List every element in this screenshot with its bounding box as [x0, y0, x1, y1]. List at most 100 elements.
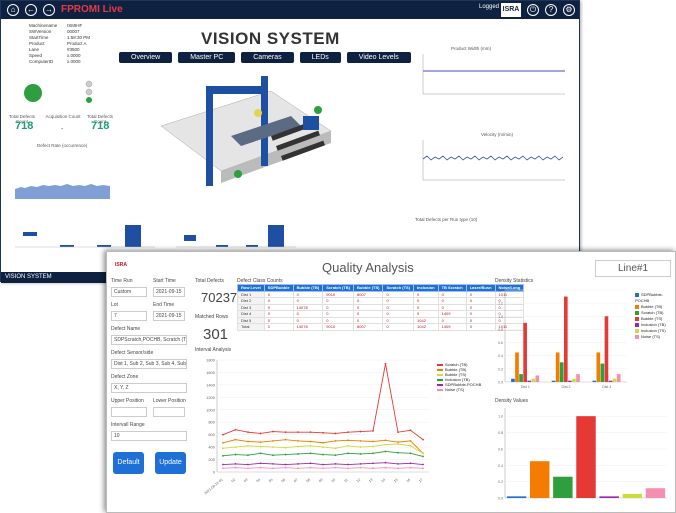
data-point — [384, 362, 387, 365]
col-header[interactable]: SDPBubble — [263, 284, 294, 292]
forward-icon[interactable]: → — [43, 4, 55, 16]
data-point — [409, 429, 412, 432]
legend-entry[interactable]: Noise (TS) — [635, 334, 675, 340]
update-button[interactable]: Update — [155, 452, 186, 474]
end-time-field[interactable]: 2021-09-15 — [153, 311, 185, 321]
matched-rows-label: Matched Rows — [195, 314, 229, 320]
help-icon[interactable]: ? — [545, 4, 557, 16]
bar — [511, 378, 515, 382]
density-stats-chart: 0.0 0.2 0.4 0.6 0.8 1.0 1.2 1.4 Dist 1 Dist 2 Dist… — [498, 289, 627, 389]
data-point — [297, 439, 299, 442]
matched-rows-value: 301 — [203, 326, 229, 343]
defect-rate-label: Defect Rate (occurrence) — [37, 143, 88, 148]
density-title: Density Statistics — [495, 278, 534, 284]
data-point — [334, 454, 337, 457]
bar — [563, 296, 568, 382]
machine-illustration — [160, 76, 332, 186]
col-header[interactable]: Inclusion — [413, 284, 439, 292]
data-point — [359, 446, 362, 449]
data-point — [222, 441, 224, 444]
data-point — [222, 467, 224, 470]
bar — [645, 488, 666, 498]
legend-label: Inclusion (TB) — [641, 322, 666, 327]
bar — [551, 380, 556, 382]
bar — [568, 380, 572, 382]
legend-label: Inclusion (TS) — [641, 328, 666, 333]
data-point — [372, 440, 374, 443]
y-tick-label: 0.4 — [498, 354, 503, 358]
data-point — [334, 432, 337, 435]
col-header[interactable]: Scratch (TB) — [322, 284, 355, 292]
col-header[interactable]: TB Scratch — [437, 284, 467, 292]
data-point — [372, 467, 374, 470]
legend-label: Scratch (TB) — [641, 310, 664, 315]
power-icon[interactable]: ⏻ — [527, 4, 539, 16]
legend-swatch — [437, 374, 443, 376]
data-point — [272, 467, 274, 470]
x-tick-label: 16 — [406, 478, 412, 484]
legend-swatch — [437, 389, 443, 391]
legend-label: SDPBubble-POCHB — [635, 292, 664, 303]
upper-position-label: Upper Position — [111, 398, 144, 404]
home-icon[interactable]: ⌂ — [7, 4, 19, 16]
gear-icon[interactable]: ⚙ — [563, 4, 575, 16]
legend-entry[interactable]: SDPBubble-POCHB — [635, 292, 675, 304]
x-tick-label: 17 — [418, 478, 424, 484]
x-tick-label: Dist 3 — [602, 385, 611, 389]
defect-sensor-field[interactable]: Dist 1, Sub 2, Sub 3, Sub 4, Sub 5 — [111, 359, 187, 369]
x-tick-label: 07 — [293, 478, 299, 484]
start-time-label: Start Time — [153, 278, 176, 284]
legend-swatch — [635, 292, 639, 297]
nav-cameras[interactable]: Cameras — [241, 52, 294, 63]
data-point — [272, 430, 274, 433]
total-defects-value: 70237 — [201, 290, 238, 305]
data-point — [347, 431, 349, 434]
data-point — [309, 452, 312, 455]
data-point — [322, 446, 324, 449]
nav-overview[interactable]: Overview — [119, 52, 173, 63]
legend-swatch — [635, 304, 639, 309]
y-tick-label: 1.2 — [498, 302, 503, 306]
col-header[interactable]: Bubble (TB) — [292, 284, 324, 292]
col-header[interactable]: Bubble (TS) — [353, 284, 384, 292]
data-point — [297, 463, 299, 465]
stat-value-2: - — [61, 126, 64, 133]
nav-video-levels[interactable]: Video Levels — [346, 52, 411, 63]
status-lights — [24, 80, 93, 103]
legend-label: Noise (TS) — [641, 334, 661, 339]
table-row[interactable]: Total 0 14078 9010 8007 0 1042 1409 0 1011 — [237, 323, 525, 331]
upper-position-field[interactable] — [111, 407, 147, 417]
data-point — [272, 463, 274, 465]
data-point — [284, 463, 287, 466]
status-light-green — [24, 84, 42, 102]
default-button[interactable]: Default — [113, 452, 144, 474]
data-point — [247, 454, 249, 457]
data-point — [422, 438, 424, 441]
time-run-field[interactable]: Custom — [111, 287, 147, 297]
data-point — [234, 453, 237, 456]
data-point — [272, 454, 274, 457]
table-cell: 9010 — [322, 323, 355, 331]
col-header[interactable]: Scratch (TS) — [382, 284, 415, 292]
x-tick-label: 08 — [306, 478, 312, 484]
lot-field[interactable]: 7 — [111, 311, 147, 321]
line-label: Line#1 — [595, 260, 671, 277]
y-tick-label: 1.0 — [498, 415, 503, 419]
data-point — [372, 462, 374, 465]
data-point — [309, 440, 312, 443]
bar — [608, 380, 613, 382]
interval-range-field[interactable]: 10 — [111, 431, 187, 441]
defect-name-field[interactable]: SDPScratch,POCHB, Scratch (TB), Bu... — [111, 335, 187, 345]
defect-zone-field[interactable]: X, Y, Z — [111, 383, 187, 393]
back-icon[interactable]: ← — [25, 4, 37, 16]
x-tick-label: 11 — [343, 478, 348, 483]
legend-swatch — [437, 364, 443, 366]
nav-master-pc[interactable]: Master PC — [178, 52, 236, 63]
lower-position-field[interactable] — [153, 407, 185, 417]
col-header[interactable]: Row Level — [237, 284, 265, 292]
start-time-field[interactable]: 2021-09-15 — [153, 287, 185, 297]
legend-entry[interactable]: Noise (TS) — [437, 387, 481, 392]
data-point — [397, 451, 399, 454]
data-point — [422, 463, 424, 466]
nav-leds[interactable]: LEDs — [299, 52, 341, 63]
